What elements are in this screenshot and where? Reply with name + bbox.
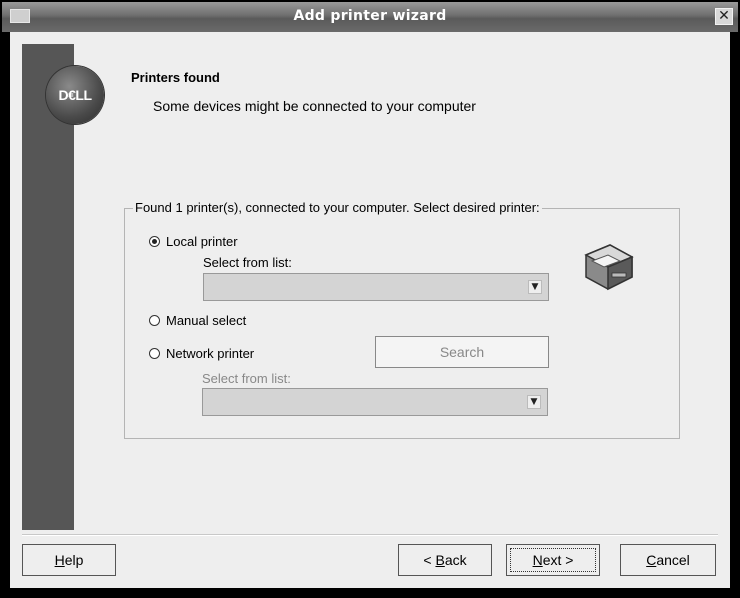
chevron-down-icon[interactable]: ▼ xyxy=(528,280,542,294)
back-label: ack xyxy=(444,552,467,568)
back-mnemonic: B xyxy=(435,552,445,568)
next-mnemonic: N xyxy=(532,552,543,568)
next-button[interactable]: Next > xyxy=(506,544,600,576)
page-title: Printers found xyxy=(131,70,220,85)
local-printer-radio[interactable]: Local printer xyxy=(149,234,238,249)
next-label: ext > xyxy=(542,552,574,568)
search-button[interactable]: Search xyxy=(375,336,549,368)
cancel-mnemonic: C xyxy=(646,552,657,568)
close-button[interactable]: ✕ xyxy=(715,8,733,25)
local-printer-label: Local printer xyxy=(166,234,238,249)
network-printer-radio[interactable]: Network printer xyxy=(149,346,254,361)
title-bar[interactable]: Add printer wizard ✕ xyxy=(2,2,738,32)
cancel-label: ancel xyxy=(656,552,690,568)
back-prefix: < xyxy=(423,552,436,568)
local-printer-dropdown[interactable]: ▼ xyxy=(203,273,549,301)
wizard-window: Add printer wizard ✕ D€LL Printers found… xyxy=(0,0,740,598)
printer-icon xyxy=(584,244,634,291)
back-button[interactable]: < Back xyxy=(398,544,492,576)
cancel-button[interactable]: Cancel xyxy=(620,544,716,576)
network-printer-radio-indicator[interactable] xyxy=(149,348,160,359)
network-printer-label: Network printer xyxy=(166,346,255,361)
manual-select-radio-indicator[interactable] xyxy=(149,315,160,326)
local-printer-radio-indicator[interactable] xyxy=(149,236,160,247)
window-title: Add printer wizard xyxy=(293,8,447,24)
dell-logo: D€LL xyxy=(46,66,104,124)
network-list-label: Select from list: xyxy=(202,371,291,386)
manual-select-label: Manual select xyxy=(166,313,247,328)
page-subtitle: Some devices might be connected to your … xyxy=(153,98,476,114)
network-printer-dropdown[interactable]: ▼ xyxy=(202,388,548,416)
help-button[interactable]: Help xyxy=(22,544,116,576)
local-list-label: Select from list: xyxy=(203,255,292,270)
footer-divider xyxy=(22,534,718,536)
dell-logo-text: D€LL xyxy=(58,87,93,103)
wizard-body: D€LL Printers found Some devices might b… xyxy=(10,32,730,588)
help-label: elp xyxy=(64,552,84,568)
help-mnemonic: H xyxy=(54,552,65,568)
group-legend: Found 1 printer(s), connected to your co… xyxy=(133,200,542,215)
chevron-down-icon[interactable]: ▼ xyxy=(527,395,541,409)
manual-select-radio[interactable]: Manual select xyxy=(149,313,246,328)
